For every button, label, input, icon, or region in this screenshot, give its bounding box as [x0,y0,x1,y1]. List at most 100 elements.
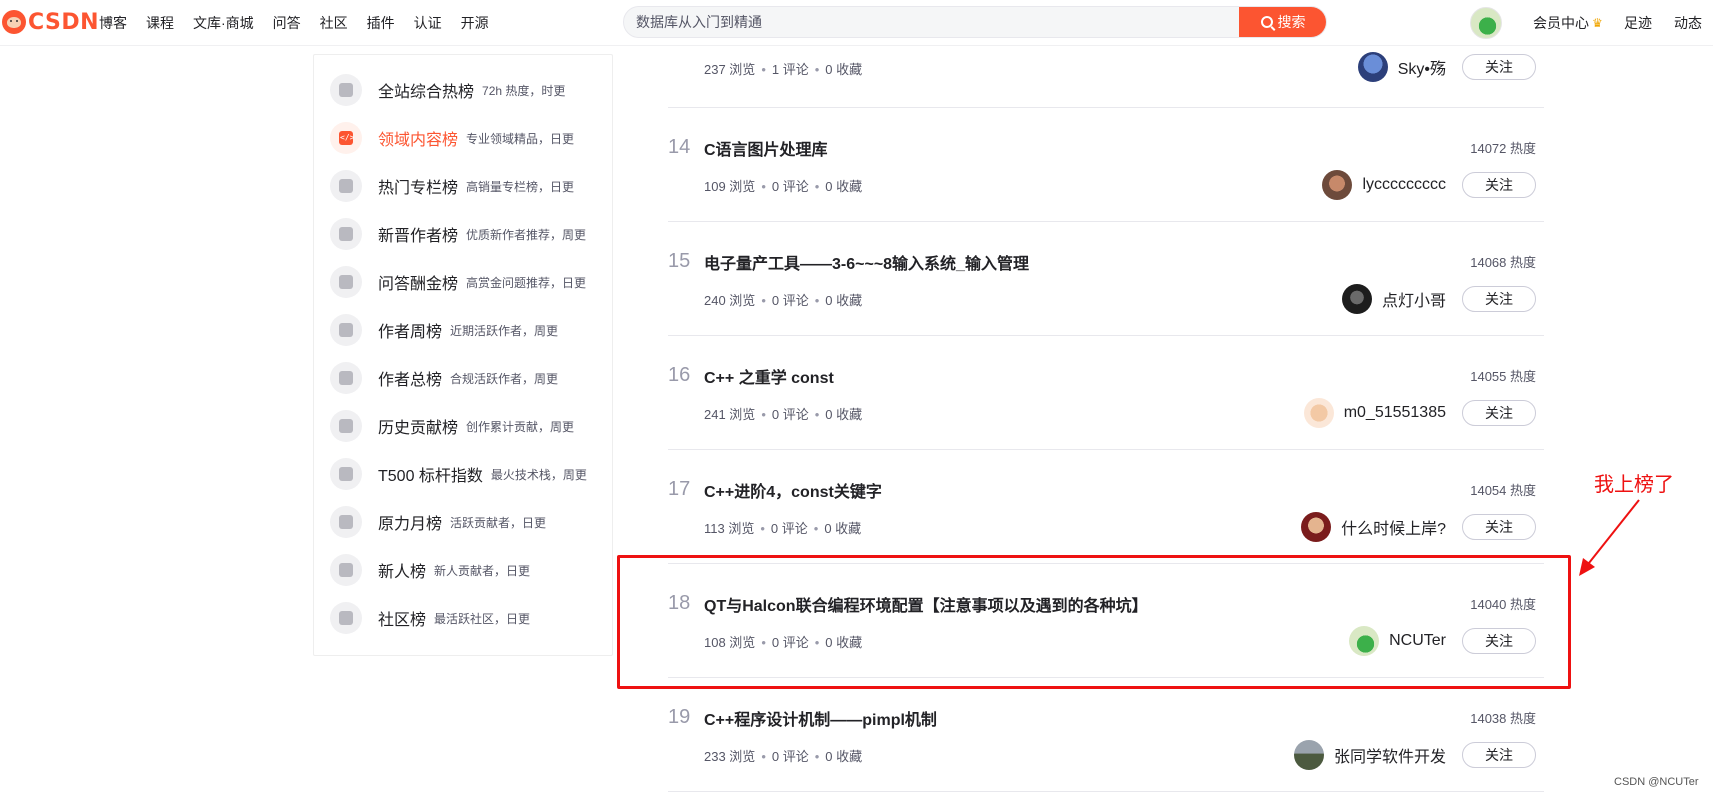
avatar[interactable] [1341,284,1372,314]
author-block: 什么时候上岸? 关注 [1301,510,1536,544]
search-bar: 搜索 [623,6,1327,38]
vip-center-link[interactable]: 会员中心 ♛ [1533,0,1603,46]
sidebar-item-history[interactable]: 历史贡献榜 创作累计贡献，周更 [330,408,610,444]
sidebar-item-newcomer[interactable]: 新人榜 新人贡献者，日更 [330,552,610,588]
crown-icon: ♛ [1592,16,1603,30]
csdn-logo[interactable]: CSDN [2,9,99,35]
sprout-icon [330,554,362,586]
search-icon [1260,16,1273,28]
article-title[interactable]: C++ 之重学 const [704,364,834,388]
question-icon [330,266,362,298]
activity-link[interactable]: 动态 [1674,0,1702,46]
sidebar-item-label: 新人榜 [378,564,427,581]
author-name[interactable]: m0_51551385 [1344,404,1446,422]
author-name[interactable]: lyccccccccc [1362,176,1446,194]
avatar[interactable] [1301,512,1332,542]
sidebar-item-sub: 新人贡献者，日更 [434,563,531,578]
nav-item-plugins[interactable]: 插件 [367,13,395,33]
search-button-label: 搜索 [1277,14,1306,30]
heat-score: 14072 热度 [1470,141,1536,156]
nav-item-library[interactable]: 文库·商城 [193,13,254,33]
main-nav: 博客 课程 文库·商城 问答 社区 插件 认证 开源 [99,0,508,46]
avatar[interactable] [1357,52,1388,82]
nav-item-opensource[interactable]: 开源 [461,13,489,33]
follow-button[interactable]: 关注 [1462,172,1536,198]
avatar[interactable] [1303,398,1334,428]
sidebar-item-column[interactable]: 热门专栏榜 高销量专栏榜，日更 [330,168,610,204]
search-input[interactable] [636,7,1236,37]
avatar[interactable] [1293,740,1324,770]
sidebar-item-label: 原力月榜 [378,516,443,533]
chart-icon [330,458,362,490]
follow-button[interactable]: 关注 [1462,54,1536,80]
footprint-link[interactable]: 足迹 [1624,0,1652,46]
article-meta: 113 浏览 • 0 评论 • 0 收藏 [704,521,862,536]
comment-count: 0 评论 [771,407,809,422]
sidebar-item-sub: 优质新作者推荐，周更 [466,227,587,242]
sidebar-item-qa-reward[interactable]: 问答酬金榜 高赏金问题推荐，日更 [330,264,610,300]
article-meta: 109 浏览 • 0 评论 • 0 收藏 [704,179,863,194]
heat-score: 14068 热度 [1470,255,1536,270]
sidebar-item-sub: 合规活跃作者，周更 [450,371,559,386]
search-button[interactable]: 搜索 [1239,7,1326,37]
mascot-icon [2,10,26,34]
sidebar-item-t500[interactable]: T500 标杆指数 最火技术栈，周更 [330,456,610,492]
sidebar-item-domain[interactable]: 领域内容榜 专业领域精品，日更 [330,120,610,156]
avatar[interactable] [1322,170,1353,200]
favorite-count: 0 收藏 [825,749,863,764]
view-count: 109 浏览 [704,179,756,194]
sidebar-item-author-weekly[interactable]: 作者周榜 近期活跃作者，周更 [330,312,610,348]
sidebar-item-label: 全站综合热榜 [378,84,475,101]
author-name[interactable]: 张同学软件开发 [1334,743,1446,767]
author-name[interactable]: 点灯小哥 [1382,287,1446,311]
article-title[interactable]: C++程序设计机制——pimpl机制 [704,706,937,730]
nav-item-community[interactable]: 社区 [320,13,348,33]
sidebar-item-community[interactable]: 社区榜 最活跃社区，日更 [330,600,610,636]
sidebar-item-new-author[interactable]: 新晋作者榜 优质新作者推荐，周更 [330,216,610,252]
nav-item-qa[interactable]: 问答 [273,13,301,33]
sidebar-item-label: 热门专栏榜 [378,180,459,197]
camera-icon [330,410,362,442]
author-name[interactable]: Sky•殇 [1398,55,1446,79]
follow-button[interactable]: 关注 [1462,514,1536,540]
sidebar-item-sub: 72h 热度，时更 [482,83,566,98]
logo-text: CSDN [28,9,100,35]
nav-item-courses[interactable]: 课程 [146,13,174,33]
heat-score: 14038 热度 [1470,711,1536,726]
view-count: 237 浏览 [704,62,756,77]
sidebar-item-sub: 高赏金问题推荐，日更 [466,275,587,290]
sidebar-item-force-monthly[interactable]: 原力月榜 活跃贡献者，日更 [330,504,610,540]
rocket-icon [330,74,362,106]
follow-button[interactable]: 关注 [1462,742,1536,768]
article-meta: 240 浏览 • 0 评论 • 0 收藏 [704,293,863,308]
table-row: 15 电子量产工具——3-6~~~8输入系统_输入管理 14068 热度 240… [668,222,1544,336]
nav-item-blog[interactable]: 博客 [99,13,127,33]
follow-button[interactable]: 关注 [1462,286,1536,312]
rank-number: 19 [668,706,691,728]
arrow-icon [1579,499,1640,576]
author-block: lyccccccccc 关注 [1322,168,1536,202]
favorite-count: 0 收藏 [824,521,862,536]
article-title[interactable]: C++进阶4，const关键字 [704,478,882,502]
article-title[interactable]: 电子量产工具——3-6~~~8输入系统_输入管理 [704,250,1029,274]
article-title[interactable]: C语言图片处理库 [704,136,828,160]
view-count: 233 浏览 [704,749,756,764]
sidebar-item-author-total[interactable]: 作者总榜 合规活跃作者，周更 [330,360,610,396]
heat-score: 14054 热度 [1470,483,1536,498]
view-count: 240 浏览 [704,293,756,308]
nav-item-certification[interactable]: 认证 [414,13,442,33]
author-name[interactable]: 什么时候上岸? [1341,515,1446,539]
user-avatar[interactable] [1470,7,1502,39]
sidebar-item-sub: 最火技术栈，周更 [490,467,587,482]
table-row: 16 C++ 之重学 const 14055 热度 241 浏览 • 0 评论 • 0 … [668,336,1544,450]
heat-score: 14055 热度 [1470,369,1536,384]
article-meta: 233 浏览 • 0 评论 • 0 收藏 [704,749,863,764]
rank-number: 15 [668,250,691,272]
favorite-count: 0 收藏 [825,293,863,308]
annotation-text: 我上榜了 [1594,474,1674,496]
view-count: 113 浏览 [704,521,755,536]
top-header: CSDN 博客 课程 文库·商城 问答 社区 插件 认证 开源 搜索 会员中心 … [0,0,1713,46]
follow-button[interactable]: 关注 [1462,400,1536,426]
sidebar-item-site-hot[interactable]: 全站综合热榜 72h 热度，时更 [330,72,610,108]
sidebar-item-label: 作者总榜 [378,372,443,389]
